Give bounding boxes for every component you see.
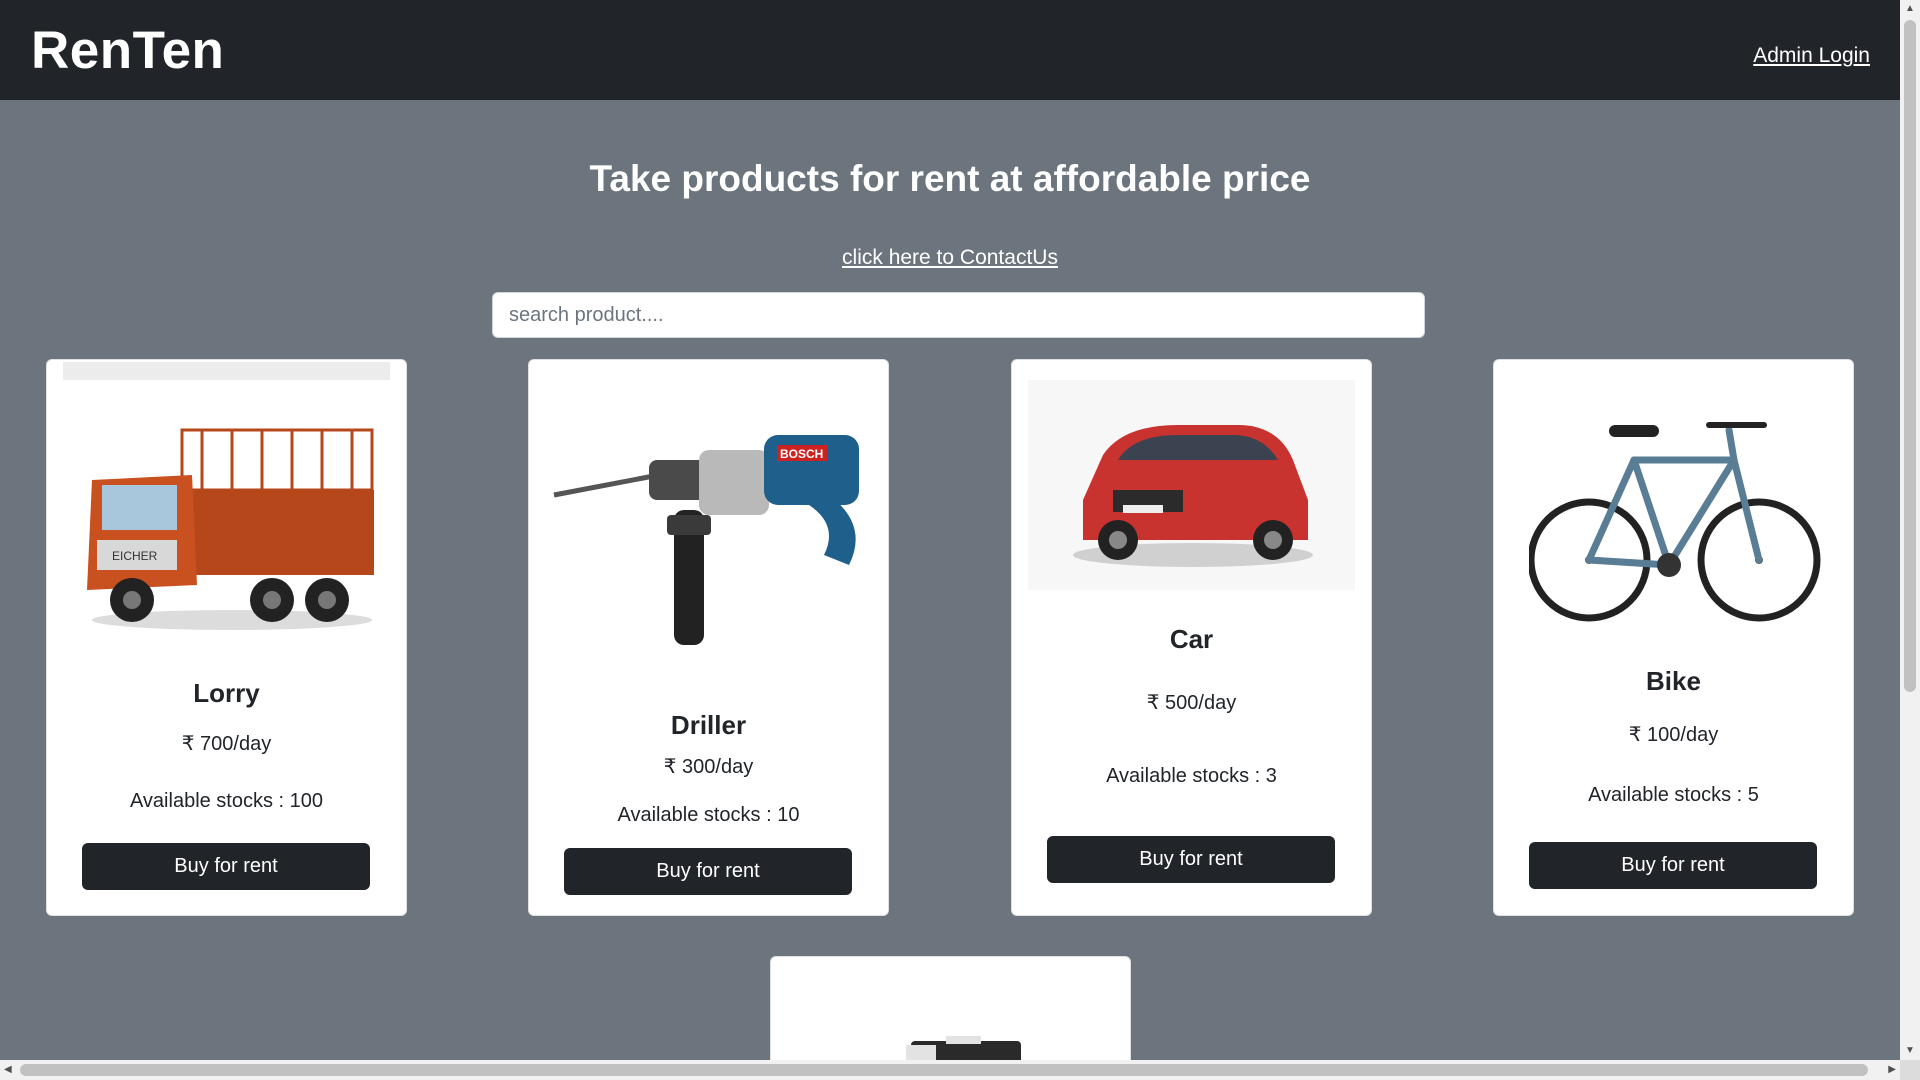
- product-card-lorry: EICHER Lorry ₹ 700/day Available stocks …: [46, 359, 407, 916]
- horizontal-scroll-thumb[interactable]: [20, 1064, 1868, 1076]
- product-stock: Available stocks : 10: [617, 804, 800, 826]
- image-placeholder-bar: [63, 362, 390, 380]
- scroll-right-icon[interactable]: ▶: [1888, 1065, 1896, 1075]
- scroll-left-icon[interactable]: ◀: [4, 1065, 12, 1075]
- vertical-scroll-thumb[interactable]: [1904, 20, 1916, 692]
- svg-text:EICHER: EICHER: [112, 549, 158, 563]
- vertical-scrollbar[interactable]: ▲ ▼: [1900, 0, 1920, 1060]
- product-name: Lorry: [193, 678, 260, 708]
- product-name: Bike: [1646, 666, 1701, 696]
- scroll-up-icon[interactable]: ▲: [1905, 4, 1915, 14]
- buy-for-rent-button[interactable]: Buy for rent: [82, 843, 370, 890]
- product-card-partial: [770, 956, 1131, 1068]
- product-card-car: Car ₹ 500/day Available stocks : 3 Buy f…: [1011, 359, 1372, 916]
- horizontal-scrollbar[interactable]: ◀ ▶: [0, 1060, 1900, 1080]
- brand-logo[interactable]: RenTen: [31, 20, 224, 81]
- admin-login-link[interactable]: Admin Login: [1753, 44, 1870, 68]
- page-headline: Take products for rent at affordable pri…: [589, 158, 1311, 199]
- product-price: ₹ 300/day: [663, 756, 754, 778]
- product-price: ₹ 100/day: [1628, 724, 1719, 746]
- scroll-down-icon[interactable]: ▼: [1905, 1046, 1915, 1056]
- lorry-image: EICHER: [87, 428, 374, 630]
- product-stock: Available stocks : 5: [1588, 784, 1759, 806]
- product-price: ₹ 500/day: [1146, 692, 1237, 714]
- product-stock: Available stocks : 100: [129, 790, 324, 812]
- contact-link-row: click here to ContactUs: [0, 246, 1900, 270]
- contact-us-link[interactable]: click here to ContactUs: [842, 246, 1058, 269]
- search-input[interactable]: [492, 292, 1425, 338]
- product-stock: Available stocks : 3: [1106, 765, 1277, 787]
- product-name: Driller: [670, 710, 747, 740]
- navbar: RenTen Admin Login: [0, 0, 1900, 100]
- product-price: ₹ 700/day: [181, 733, 272, 755]
- buy-for-rent-button[interactable]: Buy for rent: [1529, 842, 1817, 889]
- scrollbar-corner: [1900, 1060, 1920, 1080]
- product-card-driller: BOSCH Driller ₹ 300/day Available stocks…: [528, 359, 889, 916]
- bicycle-image: [1529, 422, 1821, 622]
- buy-for-rent-button[interactable]: Buy for rent: [1047, 836, 1335, 883]
- product-card-bike: Bike ₹ 100/day Available stocks : 5 Buy …: [1493, 359, 1854, 916]
- svg-text:BOSCH: BOSCH: [780, 447, 823, 461]
- buy-for-rent-button[interactable]: Buy for rent: [564, 848, 852, 895]
- car-image: [1028, 380, 1355, 590]
- product-name: Car: [1169, 624, 1214, 654]
- drill-image: BOSCH: [553, 435, 859, 645]
